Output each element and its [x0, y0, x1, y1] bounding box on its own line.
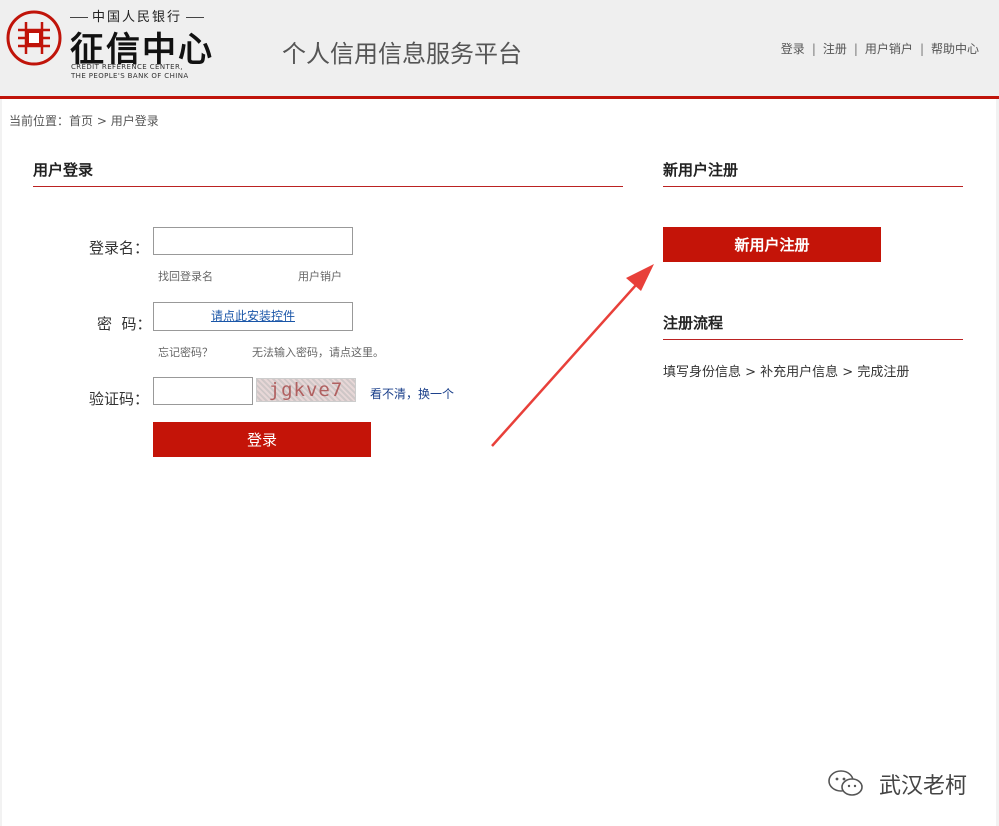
- register-section-title: 新用户注册: [663, 161, 739, 179]
- captcha-unclear-link[interactable]: 看不清: [370, 387, 406, 401]
- captcha-label: 验证码：: [89, 390, 150, 408]
- watermark-text: 武汉老柯: [878, 774, 967, 799]
- new-user-register-button[interactable]: 新用户注册: [663, 227, 881, 262]
- top-nav: 登录 | 注册 | 用户销户 | 帮助中心: [781, 40, 979, 57]
- logo-name-en-line2: THE PEOPLE'S BANK OF CHINA: [71, 72, 189, 80]
- nav-separator: |: [919, 42, 924, 56]
- forgot-password-link[interactable]: 忘记密码？: [158, 344, 213, 360]
- nav-login-link[interactable]: 登录: [781, 42, 805, 56]
- site-header: 中国人民银行 征信中心 CREDIT REFERENCE CENTER, THE…: [0, 0, 999, 99]
- password-plugin-box: 请点此安装控件: [153, 302, 353, 331]
- register-section-divider: [663, 186, 963, 187]
- captcha-refresh: 看不清，换一个: [370, 385, 454, 402]
- install-plugin-link[interactable]: 请点此安装控件: [154, 303, 352, 330]
- login-section-title: 用户登录: [33, 161, 94, 179]
- recover-username-link[interactable]: 找回登录名: [158, 268, 213, 284]
- captcha-comma: ，: [406, 387, 419, 401]
- cancel-account-link[interactable]: 用户销户: [298, 268, 342, 284]
- breadcrumb: 当前位置：首页 > 用户登录: [9, 112, 159, 129]
- breadcrumb-separator: >: [93, 114, 111, 128]
- breadcrumb-prefix: 当前位置：: [9, 114, 70, 128]
- nav-separator: |: [853, 42, 858, 56]
- main-content: 当前位置：首页 > 用户登录 用户登录 登录名： 找回登录名 用户销户 密 码：…: [2, 99, 996, 826]
- cannot-input-password-link[interactable]: 无法输入密码，请点这里。: [252, 344, 384, 360]
- logo-name-en-line1: CREDIT REFERENCE CENTER,: [71, 63, 183, 71]
- captcha-image[interactable]: jgkve7: [256, 378, 356, 402]
- register-flow-divider: [663, 339, 963, 340]
- nav-separator: |: [811, 42, 816, 56]
- login-button[interactable]: 登录: [153, 422, 371, 457]
- username-input[interactable]: [153, 227, 353, 255]
- site-title: 个人信用信息服务平台: [282, 40, 522, 68]
- nav-register-link[interactable]: 注册: [823, 42, 847, 56]
- nav-cancel-account-link[interactable]: 用户销户: [865, 42, 913, 56]
- captcha-image-text: jgkve7: [268, 379, 344, 401]
- register-flow-title: 注册流程: [663, 314, 724, 332]
- breadcrumb-current: 用户登录: [110, 114, 159, 128]
- register-flow-steps: 填写身份信息 > 补充用户信息 > 完成注册: [663, 365, 910, 380]
- captcha-change-link[interactable]: 换一个: [418, 387, 454, 401]
- captcha-input[interactable]: [153, 377, 253, 405]
- wechat-icon: [828, 770, 863, 796]
- breadcrumb-home-link[interactable]: 首页: [69, 114, 93, 128]
- username-label: 登录名：: [89, 239, 150, 257]
- login-section-divider: [33, 186, 623, 187]
- nav-help-center-link[interactable]: 帮助中心: [931, 42, 979, 56]
- password-label: 密 码：: [97, 315, 152, 333]
- credit-center-seal-icon: [6, 10, 62, 66]
